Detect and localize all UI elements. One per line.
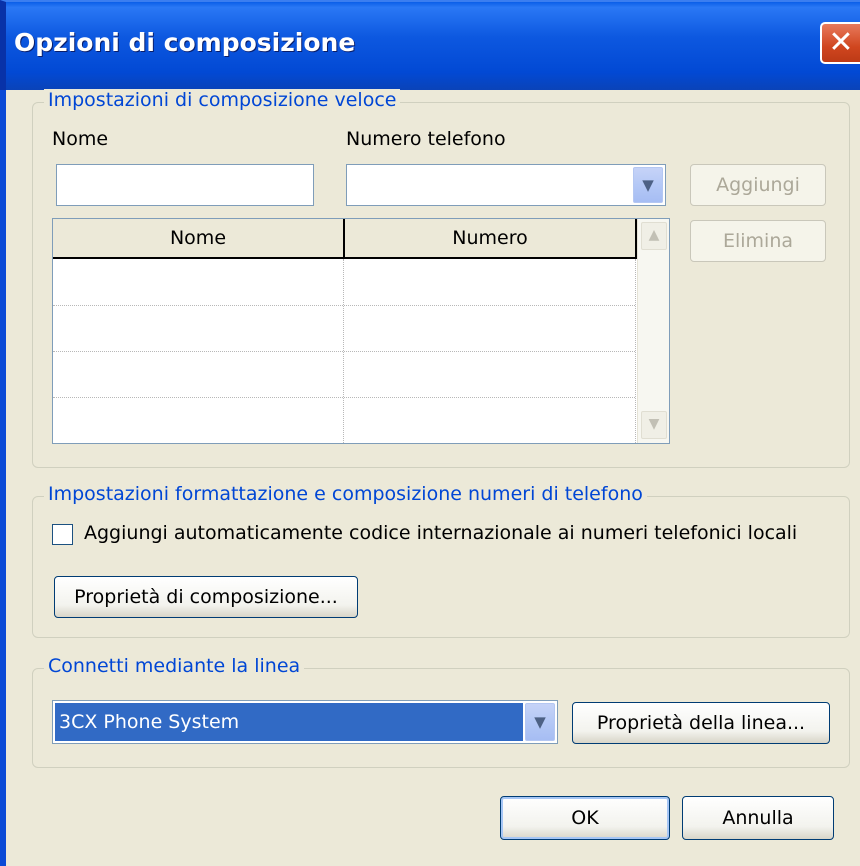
phone-combobox[interactable]: ▼ [346,164,666,206]
line-properties-button[interactable]: Proprietà della linea... [572,702,830,744]
speed-dial-legend: Impostazioni di composizione veloce [44,89,401,111]
phone-dropdown-button[interactable]: ▼ [633,167,663,203]
delete-button[interactable]: Elimina [690,220,826,262]
international-code-checkbox[interactable] [52,524,73,545]
chevron-down-icon: ▼ [642,176,654,194]
phone-label: Numero telefono [346,128,506,150]
row-divider [53,397,635,398]
row-divider [53,351,635,352]
scroll-down-button[interactable]: ▼ [641,411,667,439]
line-select-value: 3CX Phone System [59,711,240,733]
window-title: Opzioni di composizione [14,28,356,57]
speed-dial-table[interactable]: Nome Numero ▲ ▼ [52,218,670,444]
close-icon: ✕ [828,25,854,60]
line-dropdown-button[interactable]: ▼ [525,703,555,741]
line-select[interactable]: 3CX Phone System ▼ [52,700,558,744]
chevron-up-icon: ▲ [648,227,660,243]
cancel-button[interactable]: Annulla [682,796,834,840]
column-header-number[interactable]: Numero [345,219,637,259]
row-divider [53,305,635,306]
name-input[interactable] [56,164,314,206]
close-button[interactable]: ✕ [820,22,860,64]
column-divider [635,259,636,443]
chevron-down-icon: ▼ [648,416,660,432]
international-code-label[interactable]: Aggiungi automaticamente codice internaz… [84,522,797,544]
window-frame-left [0,90,6,866]
dialing-properties-button[interactable]: Proprietà di composizione... [54,576,358,618]
line-legend: Connetti mediante la linea [44,655,305,677]
name-label: Nome [52,128,109,150]
table-vertical-scrollbar[interactable]: ▲ ▼ [637,219,669,443]
chevron-down-icon: ▼ [534,713,546,731]
add-button[interactable]: Aggiungi [690,164,826,206]
column-header-name[interactable]: Nome [53,219,345,259]
formatting-legend: Impostazioni formattazione e composizion… [44,483,647,505]
ok-button[interactable]: OK [500,796,670,840]
scroll-up-button[interactable]: ▲ [641,222,667,250]
